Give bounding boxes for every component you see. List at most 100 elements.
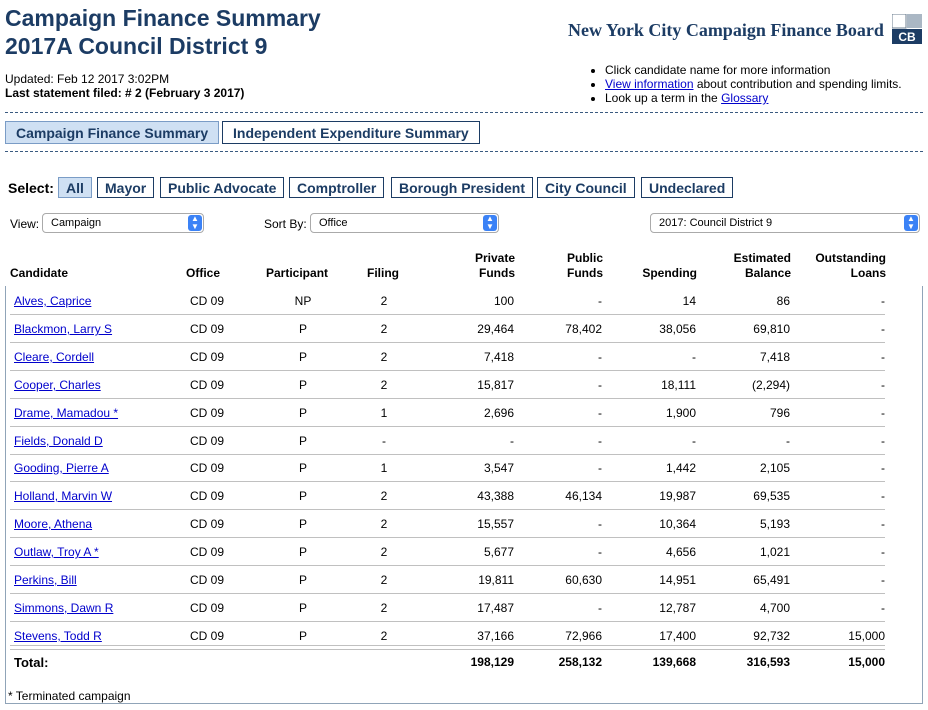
cell-public-funds: 72,966 xyxy=(565,629,602,643)
cell-outstanding-loans: - xyxy=(881,601,885,615)
total-private: 198,129 xyxy=(470,655,514,669)
cell-filing: 2 xyxy=(380,629,388,643)
candidate-link[interactable]: Moore, Athena xyxy=(14,517,92,531)
filter-all-button[interactable]: All xyxy=(58,177,92,198)
info-item: Click candidate name for more informatio… xyxy=(605,63,902,77)
cell-office: CD 09 xyxy=(190,489,225,503)
cell-public-funds: - xyxy=(598,294,602,308)
last-statement-text: Last statement filed: # 2 (February 3 20… xyxy=(5,86,245,100)
row-divider xyxy=(10,593,885,594)
cell-participant: P xyxy=(298,629,307,643)
cell-candidate: Moore, Athena xyxy=(14,517,174,531)
candidate-link[interactable]: Holland, Marvin W xyxy=(14,489,112,503)
cell-filing: - xyxy=(382,434,386,448)
cell-private-funds: 15,817 xyxy=(477,378,514,392)
cell-spending: 12,787 xyxy=(659,601,696,615)
cell-estimated-balance: 5,193 xyxy=(759,517,790,531)
total-public: 258,132 xyxy=(558,655,602,669)
tab-campaign-finance-summary[interactable]: Campaign Finance Summary xyxy=(5,121,220,144)
cell-participant: P xyxy=(298,573,307,587)
view-select[interactable]: Campaign ▲ ▼ xyxy=(42,213,204,233)
cell-public-funds: - xyxy=(598,350,602,364)
header-estimated-line1: Estimated xyxy=(733,251,791,265)
row-divider xyxy=(10,398,885,399)
glossary-link[interactable]: Glossary xyxy=(721,91,768,105)
candidate-link[interactable]: Simmons, Dawn R xyxy=(14,601,113,615)
info-item1-text: Click candidate name for more informatio… xyxy=(605,63,831,77)
cell-candidate: Drame, Mamadou * xyxy=(14,406,174,420)
view-information-link[interactable]: View information xyxy=(605,77,694,91)
cell-spending: 14 xyxy=(682,294,696,308)
cell-spending: 19,987 xyxy=(659,489,696,503)
cell-public-funds: - xyxy=(598,601,602,615)
cell-filing: 2 xyxy=(380,489,388,503)
sort-label: Sort By: xyxy=(264,217,307,231)
cell-outstanding-loans: - xyxy=(881,322,885,336)
cell-filing: 1 xyxy=(380,461,388,475)
cell-filing: 2 xyxy=(380,601,388,615)
cell-participant: P xyxy=(298,545,307,559)
candidate-link[interactable]: Perkins, Bill xyxy=(14,573,77,587)
cell-private-funds: 100 xyxy=(493,294,514,308)
candidate-link[interactable]: Cooper, Charles xyxy=(14,378,101,392)
cell-spending: 4,656 xyxy=(665,545,696,559)
cell-estimated-balance: 69,810 xyxy=(753,322,790,336)
logo-text: CB xyxy=(898,30,916,44)
cell-public-funds: 46,134 xyxy=(565,489,602,503)
cell-office: CD 09 xyxy=(190,461,225,475)
cell-spending: 18,111 xyxy=(661,378,696,392)
candidate-link[interactable]: Drame, Mamadou * xyxy=(14,406,118,420)
select-label: Select: xyxy=(8,180,54,196)
select-arrows-icon: ▲ ▼ xyxy=(483,215,497,231)
view-label: View: xyxy=(10,217,40,231)
cell-filing: 2 xyxy=(380,517,388,531)
header-estimated-balance: Estimated Balance xyxy=(711,251,791,281)
cell-outstanding-loans: - xyxy=(881,461,885,475)
row-divider xyxy=(10,565,885,566)
cell-outstanding-loans: - xyxy=(881,489,885,503)
cell-private-funds: 2,696 xyxy=(483,406,514,420)
cell-public-funds: 78,402 xyxy=(565,322,602,336)
cell-outstanding-loans: 15,000 xyxy=(848,629,885,643)
total-label: Total: xyxy=(14,655,49,670)
candidate-link[interactable]: Stevens, Todd R xyxy=(14,629,102,643)
filter-undeclared-button[interactable]: Undeclared xyxy=(641,177,734,198)
cell-public-funds: - xyxy=(598,517,602,531)
row-divider xyxy=(10,426,885,427)
filter-public-advocate-button[interactable]: Public Advocate xyxy=(160,177,285,198)
cell-estimated-balance: 69,535 xyxy=(753,489,790,503)
cell-filing: 2 xyxy=(380,350,388,364)
row-divider xyxy=(10,537,885,538)
filter-mayor-button[interactable]: Mayor xyxy=(97,177,155,198)
candidate-link[interactable]: Fields, Donald D xyxy=(14,434,103,448)
cell-private-funds: 43,388 xyxy=(477,489,514,503)
cell-estimated-balance: 4,700 xyxy=(759,601,790,615)
header-public-line2: Funds xyxy=(567,266,603,280)
candidate-link[interactable]: Gooding, Pierre A xyxy=(14,461,109,475)
cell-outstanding-loans: - xyxy=(881,294,885,308)
election-select[interactable]: 2017: Council District 9 ▲ ▼ xyxy=(650,213,920,233)
candidate-link[interactable]: Cleare, Cordell xyxy=(14,350,94,364)
sort-select[interactable]: Office ▲ ▼ xyxy=(310,213,499,233)
cell-filing: 2 xyxy=(380,294,388,308)
cell-spending: 17,400 xyxy=(659,629,696,643)
tab-independent-expenditure-summary[interactable]: Independent Expenditure Summary xyxy=(222,121,480,144)
cell-private-funds: 17,487 xyxy=(477,601,514,615)
candidate-link[interactable]: Alves, Caprice xyxy=(14,294,91,308)
cell-spending: 1,900 xyxy=(665,406,696,420)
divider xyxy=(5,151,923,152)
cell-outstanding-loans: - xyxy=(881,378,885,392)
cell-public-funds: 60,630 xyxy=(565,573,602,587)
candidate-link[interactable]: Blackmon, Larry S xyxy=(14,322,112,336)
candidate-link[interactable]: Outlaw, Troy A * xyxy=(14,545,99,559)
update-info: Updated: Feb 12 2017 3:02PM Last stateme… xyxy=(5,72,244,100)
filter-city-council-button[interactable]: City Council xyxy=(537,177,635,198)
cell-office: CD 09 xyxy=(190,350,225,364)
total-outstanding: 15,000 xyxy=(848,655,885,669)
header-outstanding-line1: Outstanding xyxy=(815,251,886,265)
filter-comptroller-button[interactable]: Comptroller xyxy=(289,177,385,198)
filter-borough-president-button[interactable]: Borough President xyxy=(391,177,534,198)
divider xyxy=(5,112,923,113)
cell-participant: P xyxy=(298,322,307,336)
info-item3-text: Look up a term in the xyxy=(605,91,722,105)
